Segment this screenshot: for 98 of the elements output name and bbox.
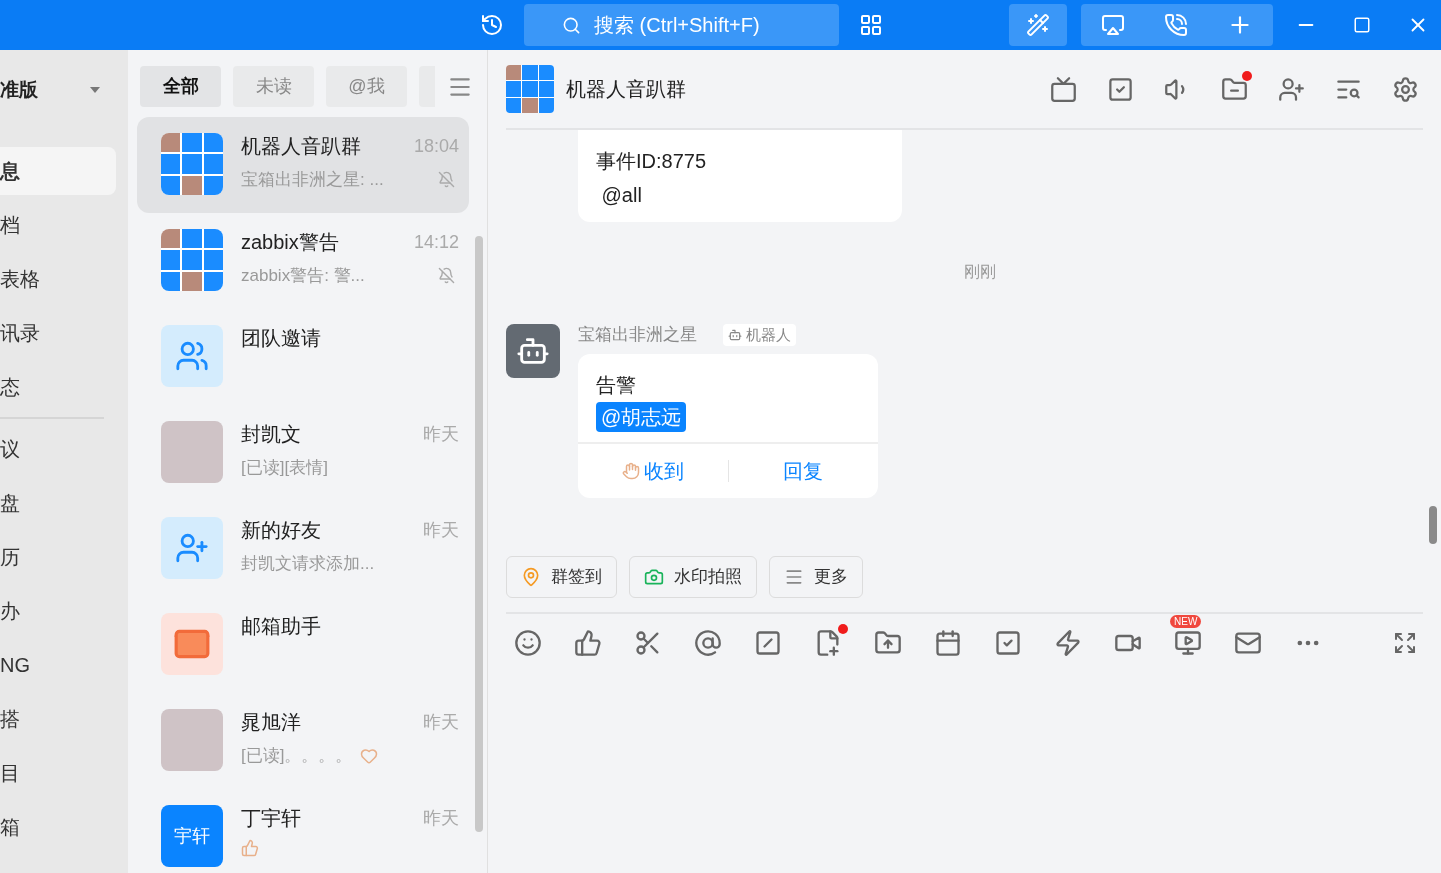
workspace-name: 准版 <box>0 78 38 102</box>
message-text: @all <box>600 183 643 208</box>
conversation-name: 机器人音趴群 <box>241 134 361 159</box>
conversation-item[interactable]: 晁旭洋 昨天 [已读]。。。。 <box>137 693 469 789</box>
conversation-item[interactable]: 机器人音趴群 18:04 宝箱出非洲之星: ... <box>137 117 469 213</box>
nav-item[interactable]: 历 <box>0 532 116 581</box>
message-preview: [已读]。。。。 <box>241 745 353 767</box>
location-pin-icon <box>521 567 541 587</box>
task-check-icon[interactable] <box>994 629 1022 657</box>
team-avatar-icon <box>161 325 223 387</box>
conversation-item[interactable]: 封凯文 昨天 [已读][表情] <box>137 405 469 501</box>
nav-item[interactable]: 搭 <box>0 694 116 743</box>
add-member-icon[interactable] <box>1278 75 1305 103</box>
message-preview: [已读][表情] <box>241 457 328 479</box>
ai-button[interactable] <box>1009 4 1067 46</box>
camera-icon <box>644 567 664 587</box>
chat-title: 机器人音趴群 <box>566 77 686 102</box>
new-badge: NEW <box>1170 615 1202 628</box>
phone-call-icon[interactable] <box>1164 13 1188 37</box>
search-field[interactable]: 搜索 (Ctrl+Shift+F) <box>524 4 839 46</box>
conversation-name: 晁旭洋 <box>241 710 301 735</box>
live-stream-icon[interactable] <box>1174 629 1202 657</box>
photo-placeholder <box>161 421 223 483</box>
nav-item[interactable]: 目 <box>0 748 116 797</box>
quick-action-button[interactable]: 更多 <box>769 556 863 598</box>
tag-label: 机器人 <box>746 324 791 345</box>
filter-tab[interactable]: 全部 <box>140 66 221 107</box>
conversation-item[interactable]: zabbix警告 14:12 zabbix警告: 警... <box>137 213 469 309</box>
scrollbar <box>1429 506 1437 544</box>
hand-icon <box>621 462 640 480</box>
dropdown-caret-icon[interactable] <box>90 87 100 94</box>
photo-placeholder <box>161 709 223 771</box>
conversation-time: 昨天 <box>423 710 459 734</box>
magic-wand-icon <box>1026 13 1050 37</box>
mail-avatar-icon <box>161 613 223 675</box>
add-friend-avatar-icon <box>161 517 223 579</box>
message-text: 告警 <box>596 373 637 398</box>
thumbs-up-icon <box>241 839 259 857</box>
maximize-icon[interactable] <box>1353 16 1371 34</box>
folder-upload-icon[interactable] <box>874 629 902 657</box>
robot-icon <box>728 328 742 342</box>
nav-item[interactable]: 办 <box>0 586 116 635</box>
group-avatar-drawing <box>161 229 223 291</box>
group-avatar-drawing <box>506 65 554 113</box>
tv-icon[interactable] <box>1050 75 1077 103</box>
mention-tag: @胡志远 <box>596 402 687 432</box>
conversation-time: 昨天 <box>423 806 459 830</box>
conversation-name: 团队邀请 <box>241 326 321 351</box>
nav-item[interactable]: 档 <box>0 200 116 249</box>
nav-item[interactable]: 息 <box>0 146 116 195</box>
nav-item[interactable]: 表格 <box>0 254 116 303</box>
bot-avatar-icon <box>506 324 560 378</box>
card-action-button[interactable]: 收到 <box>643 456 684 486</box>
text-avatar: 宇轩 <box>161 805 223 867</box>
task-check-icon[interactable] <box>1107 75 1134 103</box>
menu-icon <box>784 567 804 587</box>
screen-cast-icon[interactable] <box>1100 13 1125 37</box>
message-preview: zabbix警告: 警... <box>241 265 365 287</box>
lightning-icon[interactable] <box>1054 629 1082 657</box>
conversation-item[interactable]: 宇轩 丁宇轩 昨天 <box>137 789 469 873</box>
sender-name: 宝箱出非洲之星 <box>578 324 697 347</box>
folder-icon[interactable] <box>1221 75 1248 103</box>
nav-item[interactable]: NG <box>0 640 116 689</box>
quick-action-button[interactable]: 水印拍照 <box>629 556 757 598</box>
nav-item[interactable]: 态 <box>0 362 116 411</box>
nav-item[interactable]: 议 <box>0 424 116 473</box>
emoji-icon[interactable] <box>514 629 542 657</box>
calendar-icon[interactable] <box>934 629 962 657</box>
conversation-item[interactable]: 团队邀请 <box>137 309 469 405</box>
search-icon <box>562 15 581 35</box>
nav-item[interactable]: 箱 <box>0 802 116 851</box>
conversation-time: 昨天 <box>423 422 459 446</box>
expand-icon[interactable] <box>1393 631 1417 655</box>
at-sign-icon[interactable] <box>694 629 722 657</box>
group-avatar-drawing <box>161 133 223 195</box>
message-preview: 封凯文请求添加... <box>241 553 375 575</box>
conversation-time: 昨天 <box>423 518 459 542</box>
quick-action-button[interactable]: 群签到 <box>506 556 617 598</box>
nav-item[interactable]: 讯录 <box>0 308 116 357</box>
conversation-name: zabbix警告 <box>241 230 339 255</box>
thumbs-up-icon[interactable] <box>574 629 602 657</box>
conversation-item[interactable]: 新的好友 昨天 封凯文请求添加... <box>137 501 469 597</box>
conversation-name: 封凯文 <box>241 422 301 447</box>
message-preview: 宝箱出非洲之星: ... <box>241 169 384 191</box>
conversation-time: 18:04 <box>413 134 459 158</box>
nav-item[interactable]: 盘 <box>0 478 116 527</box>
apps-grid-icon[interactable] <box>859 13 883 37</box>
time-divider: 刚刚 <box>963 262 996 282</box>
conversation-item[interactable]: 邮箱助手 <box>137 597 469 693</box>
conversation-name: 丁宇轩 <box>241 806 301 831</box>
conversation-name: 新的好友 <box>241 518 321 543</box>
card-action-button[interactable]: 回复 <box>783 456 824 486</box>
settings-icon[interactable] <box>1392 75 1419 103</box>
conversation-time: 14:12 <box>413 230 459 254</box>
slash-command-icon[interactable] <box>754 629 782 657</box>
conversation-name: 邮箱助手 <box>241 614 321 639</box>
history-icon[interactable] <box>480 13 504 37</box>
message-text: 事件ID:8775 <box>596 149 708 174</box>
